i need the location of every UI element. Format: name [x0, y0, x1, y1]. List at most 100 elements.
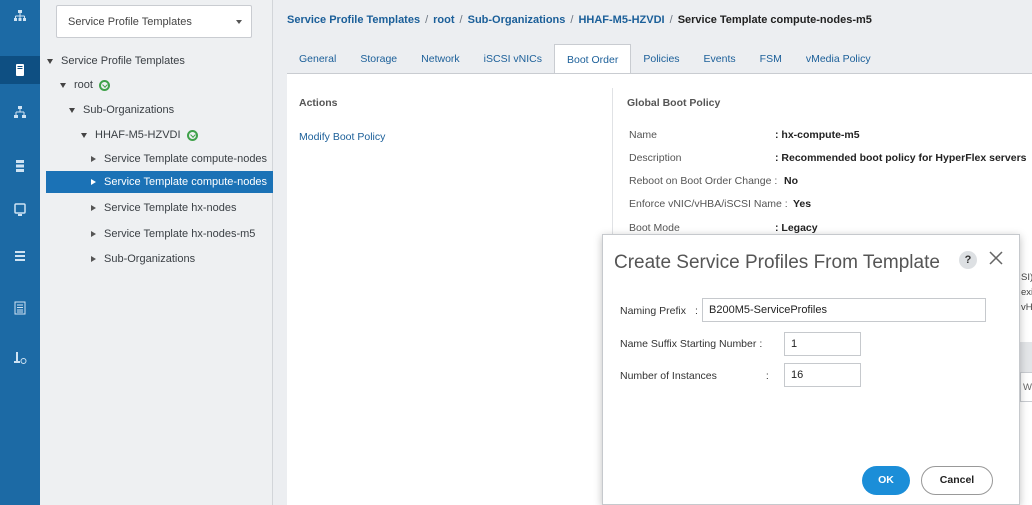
clipped-text: exist [1021, 287, 1032, 298]
cancel-button[interactable]: Cancel [921, 466, 993, 495]
expanded-arrow-icon [69, 107, 75, 113]
modify-boot-policy-link[interactable]: Modify Boot Policy [299, 131, 385, 143]
breadcrumb-separator: / [669, 14, 673, 26]
prop-label-boot-mode: Boot Mode [629, 222, 680, 234]
server-icon[interactable] [0, 56, 40, 84]
monitor-icon[interactable] [0, 196, 40, 224]
tree-item-sub-organizations[interactable]: Sub-Organizations [69, 99, 174, 121]
tab-fsm[interactable]: FSM [748, 44, 794, 74]
collapsed-arrow-icon [91, 231, 96, 237]
tab-boot-order[interactable]: Boot Order [554, 44, 632, 74]
prop-label-text: Enforce vNIC/vHBA/iSCSI Name [629, 198, 782, 210]
tree-item-label: HHAF-M5-HZVDI [95, 129, 181, 141]
org-status-icon [186, 129, 198, 141]
label-text: Number of Instances [620, 370, 717, 382]
tree-filter-value: Service Profile Templates [68, 16, 192, 28]
prop-value-description: : Recommended boot policy for HyperFlex … [775, 152, 1027, 164]
collapsed-arrow-icon [91, 205, 96, 211]
breadcrumb-separator: / [425, 14, 429, 26]
tree-item-label: Service Template compute-nodes [104, 176, 268, 188]
tab-bar: General Storage Network iSCSI vNICs Boot… [287, 44, 883, 74]
tree-item-label: Service Profile Templates [61, 55, 185, 67]
chevron-down-icon [236, 20, 242, 24]
prop-label-reboot: Reboot on Boot Order Change : [629, 175, 778, 187]
collapsed-arrow-icon [91, 256, 96, 262]
collapsed-arrow-icon [91, 179, 96, 185]
create-service-profiles-dialog: Create Service Profiles From Template ? … [602, 234, 1020, 505]
tree-item-label: Service Template hx-nodes [104, 202, 237, 214]
prop-value-boot-mode: : Legacy [775, 222, 818, 234]
clipped-text: SI) a [1021, 272, 1032, 283]
collapsed-arrow-icon [91, 156, 96, 162]
ok-button[interactable]: OK [862, 466, 910, 495]
tab-storage[interactable]: Storage [348, 44, 409, 74]
tab-events[interactable]: Events [692, 44, 748, 74]
prop-value-reboot: No [784, 175, 798, 187]
breadcrumb: Service Profile Templates / root / Sub-Organ… [287, 14, 872, 26]
instances-input[interactable]: 16 [784, 363, 861, 387]
tree-item-label: Sub-Organizations [104, 253, 196, 265]
global-boot-policy-heading: Global Boot Policy [627, 97, 721, 109]
tab-network[interactable]: Network [409, 44, 472, 74]
org-status-icon [98, 79, 110, 91]
prop-value-enforce: Yes [793, 198, 812, 210]
clipped-text: WW [1023, 382, 1032, 393]
clipped-table-cell: WW [1020, 372, 1032, 402]
tab-general[interactable]: General [287, 44, 348, 74]
network-icon[interactable] [0, 2, 40, 30]
breadcrumb-item[interactable]: Service Profile Templates [287, 14, 420, 26]
tree-item-hhaf-m5-hzvdi[interactable]: HHAF-M5-HZVDI [81, 124, 198, 146]
breadcrumb-separator: / [570, 14, 574, 26]
tree-item-label: Service Template compute-nodes [104, 153, 268, 165]
prop-label-enforce: Enforce vNIC/vHBA/iSCSI Name : [629, 198, 788, 210]
prop-value-name: : hx-compute-m5 [775, 129, 860, 141]
tab-iscsi-vnics[interactable]: iSCSI vNICs [472, 44, 554, 74]
tab-policies[interactable]: Policies [631, 44, 691, 74]
breadcrumb-separator: / [459, 14, 463, 26]
naming-prefix-label: Naming Prefix: [620, 305, 698, 317]
prop-label-name: Name [629, 129, 658, 141]
breadcrumb-item[interactable]: HHAF-M5-HZVDI [578, 14, 664, 26]
breadcrumb-item[interactable]: Sub-Organizations [468, 14, 566, 26]
admin-icon[interactable] [0, 344, 40, 372]
close-icon[interactable] [987, 249, 1005, 267]
navigation-tree-panel: Service Profile Templates Service Profil… [40, 0, 273, 505]
suffix-start-label: Name Suffix Starting Number: [620, 338, 763, 350]
tab-vmedia-policy[interactable]: vMedia Policy [794, 44, 883, 74]
instances-label: Number of Instances: [620, 370, 769, 382]
prop-label-description: Description [629, 152, 682, 164]
tree-item-label: root [74, 79, 93, 91]
clipped-text: vHBA [1021, 302, 1032, 313]
tree-filter-select[interactable]: Service Profile Templates [56, 5, 252, 38]
prop-label-text: Reboot on Boot Order Change [629, 175, 772, 187]
list-lines-icon[interactable] [0, 294, 40, 322]
list-icon[interactable] [0, 242, 40, 270]
label-text: Naming Prefix [620, 305, 686, 317]
breadcrumb-item[interactable]: root [433, 14, 454, 26]
nav-rail [0, 0, 40, 505]
expanded-arrow-icon [60, 82, 66, 88]
tree-item-label: Service Template hx-nodes-m5 [104, 228, 256, 240]
storage-icon[interactable] [0, 152, 40, 180]
hierarchy-icon[interactable] [0, 98, 40, 126]
tree-item-service-template[interactable]: Service Template compute-nodes [91, 148, 267, 170]
tree-item-service-profile-templates[interactable]: Service Profile Templates [47, 50, 185, 72]
tree-item-label: Sub-Organizations [83, 104, 175, 116]
tree-item-root[interactable]: root [60, 74, 110, 96]
actions-heading: Actions [299, 97, 338, 109]
suffix-start-input[interactable]: 1 [784, 332, 861, 356]
expanded-arrow-icon [81, 132, 87, 138]
prop-value-text: hx-compute-m5 [781, 129, 860, 141]
tree-item-service-template[interactable]: Service Template hx-nodes [91, 197, 236, 219]
dialog-title: Create Service Profiles From Template [614, 252, 940, 273]
ucs-manager-window: Service Profile Templates Service Profil… [0, 0, 1032, 505]
tree-item-service-template-selected[interactable]: Service Template compute-nodes [46, 171, 273, 193]
help-icon[interactable]: ? [959, 251, 977, 269]
expanded-arrow-icon [47, 58, 53, 64]
tree-item-sub-organizations[interactable]: Sub-Organizations [91, 248, 195, 270]
prop-value-text: Recommended boot policy for HyperFlex se… [781, 152, 1027, 164]
prop-value-text: Legacy [781, 222, 818, 234]
naming-prefix-input[interactable]: B200M5-ServiceProfiles [702, 298, 986, 322]
tree-item-service-template[interactable]: Service Template hx-nodes-m5 [91, 223, 255, 245]
label-text: Name Suffix Starting Number [620, 338, 757, 350]
